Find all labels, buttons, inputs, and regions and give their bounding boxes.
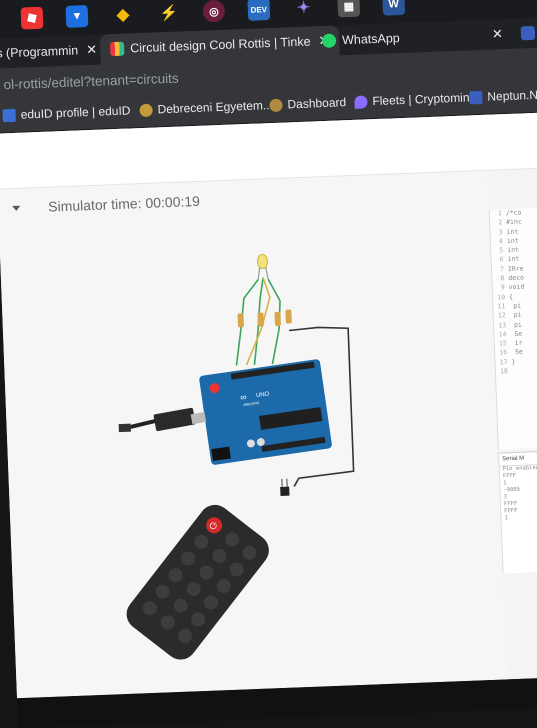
line-number: 12 bbox=[494, 311, 506, 319]
close-icon[interactable]: ✕ bbox=[492, 26, 504, 42]
serial-monitor-title: Serial M bbox=[499, 450, 537, 466]
tinkercad-favicon-icon bbox=[110, 42, 125, 57]
usb-cable[interactable] bbox=[118, 407, 206, 433]
line-number: 13 bbox=[494, 321, 506, 329]
code-text: int bbox=[507, 255, 519, 263]
line-number: 1 bbox=[490, 209, 502, 217]
cryptomines-icon bbox=[354, 95, 367, 108]
code-text: pi bbox=[510, 320, 522, 328]
tab-label: WhatsApp bbox=[342, 31, 400, 47]
bookmark-fleets[interactable]: Fleets | Cryptomines bbox=[354, 90, 482, 109]
code-text: void bbox=[509, 283, 525, 292]
neptun-icon bbox=[469, 90, 482, 103]
bolt-icon[interactable]: ⚡ bbox=[157, 1, 180, 24]
code-text: int bbox=[507, 237, 519, 245]
tinkercad-page: ∞ UNO ARDUINO bbox=[0, 112, 537, 698]
line-number: 10 bbox=[493, 293, 505, 301]
code-text: pi bbox=[510, 311, 522, 319]
led-component[interactable] bbox=[257, 254, 268, 279]
bookmark-label: Dashboard bbox=[287, 95, 346, 111]
tab-whatsapp[interactable]: WhatsApp bbox=[321, 23, 400, 56]
tab-programming[interactable]: s (Programmin ✕ bbox=[0, 35, 98, 69]
monitor-screen: ▼ ◆ ⚡ ◎ DEV ✦ ▦ W s (Programmin ✕ Circui… bbox=[0, 0, 537, 698]
line-number: 4 bbox=[491, 237, 503, 245]
serial-monitor[interactable]: Serial M Pin_enabledFFFF1-90053FFFFFFFF1 bbox=[498, 449, 537, 573]
bookmark-label: Neptun.Net bbox=[487, 87, 537, 103]
bookmark-debreceni[interactable]: Debreceni Egyetem... bbox=[139, 98, 273, 117]
bookmark-label: Debreceni Egyetem... bbox=[157, 98, 273, 116]
code-line: 18 bbox=[496, 365, 537, 377]
dev-icon[interactable]: DEV bbox=[247, 0, 270, 21]
line-number: 18 bbox=[496, 367, 508, 375]
arduino-board[interactable]: ∞ UNO ARDUINO bbox=[199, 359, 333, 465]
close-icon[interactable]: ✕ bbox=[86, 42, 98, 58]
tab-label: s (Programmin bbox=[0, 43, 78, 60]
line-number: 16 bbox=[495, 349, 507, 357]
ir-remote[interactable]: ⏻ bbox=[120, 498, 275, 666]
tab-neptun[interactable]: ✕ bbox=[491, 18, 537, 50]
code-text: IRre bbox=[508, 264, 524, 273]
chevron-down-icon[interactable] bbox=[12, 206, 20, 211]
calculator-icon[interactable]: ▦ bbox=[337, 0, 360, 17]
line-number: 7 bbox=[492, 265, 504, 273]
bookmark-dashboard[interactable]: Dashboard bbox=[269, 95, 346, 112]
word-icon[interactable]: W bbox=[382, 0, 405, 16]
code-text: } bbox=[511, 358, 515, 366]
neptun-favicon-icon bbox=[521, 26, 536, 41]
url-text: ol-rottis/editel?tenant=circuits bbox=[3, 71, 179, 93]
line-number: 15 bbox=[495, 339, 507, 347]
code-text: ir bbox=[511, 339, 523, 347]
bookmark-neptun[interactable]: Neptun.Net bbox=[469, 87, 537, 104]
line-number: 2 bbox=[490, 219, 502, 227]
line-number: 6 bbox=[491, 256, 503, 264]
line-number: 14 bbox=[494, 330, 506, 338]
bookmark-eduid[interactable]: eduID profile | eduID bbox=[2, 103, 130, 122]
line-number: 5 bbox=[491, 246, 503, 254]
tab-label: Circuit design Cool Rottis | Tinke bbox=[130, 34, 311, 55]
line-number: 8 bbox=[492, 274, 504, 282]
line-number: 11 bbox=[493, 302, 505, 310]
line-number: 9 bbox=[493, 284, 505, 292]
ir-receiver[interactable] bbox=[280, 479, 290, 496]
roblox-icon[interactable] bbox=[21, 7, 44, 30]
line-number: 3 bbox=[490, 228, 502, 236]
code-text: pi bbox=[509, 302, 521, 310]
app-icon[interactable]: ◎ bbox=[202, 0, 225, 23]
code-editor[interactable]: 1/*co2#inc3int4int5int6int7IRre8deco9voi… bbox=[489, 207, 537, 450]
code-text: int bbox=[507, 246, 519, 254]
code-text: Se bbox=[510, 329, 522, 337]
code-text: #inc bbox=[506, 218, 522, 227]
dashboard-icon bbox=[269, 98, 282, 111]
university-icon bbox=[139, 103, 152, 116]
code-text: deco bbox=[508, 274, 524, 283]
code-text: /*co bbox=[506, 209, 522, 218]
bookmark-label: eduID profile | eduID bbox=[20, 103, 130, 121]
gamepad-icon[interactable]: ✦ bbox=[292, 0, 315, 19]
whatsapp-icon bbox=[322, 34, 337, 49]
binance-icon[interactable]: ◆ bbox=[112, 3, 135, 26]
eduid-icon bbox=[2, 108, 15, 121]
download-icon[interactable]: ▼ bbox=[66, 5, 89, 28]
bookmark-label: Fleets | Cryptomines bbox=[372, 90, 482, 108]
code-text: int bbox=[506, 227, 518, 235]
code-text: { bbox=[509, 293, 513, 301]
code-text: Se bbox=[511, 348, 523, 356]
circuit-canvas[interactable]: ∞ UNO ARDUINO bbox=[0, 171, 507, 698]
line-number: 17 bbox=[495, 358, 507, 366]
circuit-drawing: ∞ UNO ARDUINO bbox=[0, 171, 507, 698]
